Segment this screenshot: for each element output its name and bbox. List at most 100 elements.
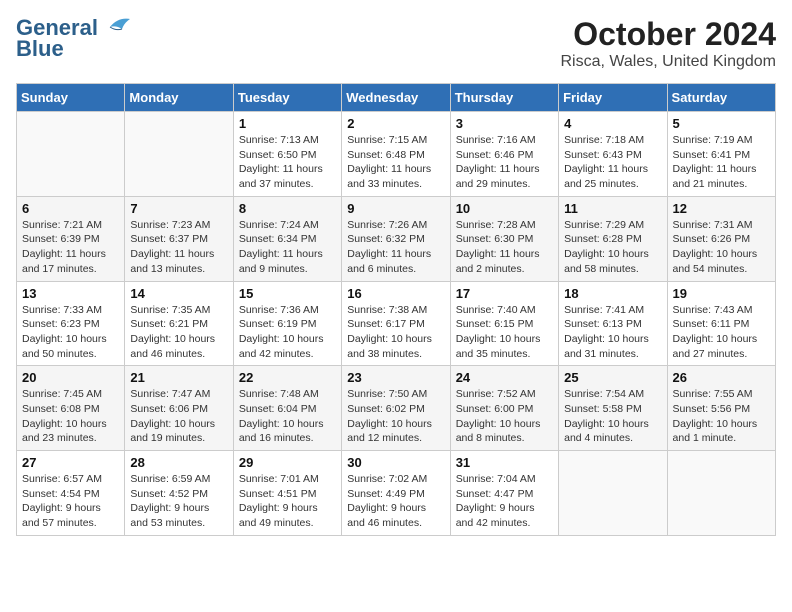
calendar-cell (17, 112, 125, 197)
calendar-cell: 20 Sunrise: 7:45 AM Sunset: 6:08 PM Dayli… (17, 366, 125, 451)
calendar-week-row: 6Sunrise: 7:21 AM Sunset: 6:39 PM Daylig… (17, 196, 776, 281)
calendar-cell: 31 Sunrise: 7:04 AM Sunset: 4:47 PM Dayli… (450, 451, 558, 536)
day-header-sunday: Sunday (17, 84, 125, 112)
calendar-cell: 2Sunrise: 7:15 AM Sunset: 6:48 PM Daylig… (342, 112, 450, 197)
calendar-cell: 21 Sunrise: 7:47 AM Sunset: 6:06 PM Dayli… (125, 366, 233, 451)
calendar-cell: 12Sunrise: 7:31 AM Sunset: 6:26 PM Dayli… (667, 196, 775, 281)
day-info: Sunrise: 7:55 AM Sunset: 5:56 PM Dayligh… (673, 387, 770, 446)
day-number: 27 (22, 455, 119, 470)
calendar-cell: 17 Sunrise: 7:40 AM Sunset: 6:15 PM Dayli… (450, 281, 558, 366)
day-info: Sunrise: 7:29 AM Sunset: 6:28 PM Dayligh… (564, 218, 661, 277)
calendar-week-row: 13 Sunrise: 7:33 AM Sunset: 6:23 PM Dayli… (17, 281, 776, 366)
calendar-cell: 14 Sunrise: 7:35 AM Sunset: 6:21 PM Dayli… (125, 281, 233, 366)
day-info: Sunrise: 7:54 AM Sunset: 5:58 PM Dayligh… (564, 387, 661, 446)
calendar-cell: 24Sunrise: 7:52 AM Sunset: 6:00 PM Dayli… (450, 366, 558, 451)
calendar-cell (125, 112, 233, 197)
day-header-wednesday: Wednesday (342, 84, 450, 112)
day-info: Sunrise: 7:02 AM Sunset: 4:49 PM Dayligh… (347, 472, 444, 531)
calendar-cell: 8Sunrise: 7:24 AM Sunset: 6:34 PM Daylig… (233, 196, 341, 281)
calendar-week-row: 1Sunrise: 7:13 AM Sunset: 6:50 PM Daylig… (17, 112, 776, 197)
day-number: 25 (564, 370, 661, 385)
day-info: Sunrise: 7:36 AM Sunset: 6:19 PM Dayligh… (239, 303, 336, 362)
day-info: Sunrise: 7:50 AM Sunset: 6:02 PM Dayligh… (347, 387, 444, 446)
calendar-cell: 27 Sunrise: 6:57 AM Sunset: 4:54 PM Dayli… (17, 451, 125, 536)
day-number: 16 (347, 286, 444, 301)
day-number: 20 (22, 370, 119, 385)
calendar-cell: 6Sunrise: 7:21 AM Sunset: 6:39 PM Daylig… (17, 196, 125, 281)
calendar-cell: 25 Sunrise: 7:54 AM Sunset: 5:58 PM Dayli… (559, 366, 667, 451)
day-info: Sunrise: 7:40 AM Sunset: 6:15 PM Dayligh… (456, 303, 553, 362)
day-number: 11 (564, 201, 661, 216)
calendar-cell: 19 Sunrise: 7:43 AM Sunset: 6:11 PM Dayli… (667, 281, 775, 366)
day-number: 10 (456, 201, 553, 216)
day-header-saturday: Saturday (667, 84, 775, 112)
calendar-cell: 7 Sunrise: 7:23 AM Sunset: 6:37 PM Daylig… (125, 196, 233, 281)
logo-bird-icon (100, 15, 132, 37)
calendar-cell (559, 451, 667, 536)
logo-text-blue: Blue (16, 36, 64, 62)
day-info: Sunrise: 7:04 AM Sunset: 4:47 PM Dayligh… (456, 472, 553, 531)
calendar-cell: 30Sunrise: 7:02 AM Sunset: 4:49 PM Dayli… (342, 451, 450, 536)
day-header-friday: Friday (559, 84, 667, 112)
day-info: Sunrise: 7:24 AM Sunset: 6:34 PM Dayligh… (239, 218, 336, 277)
calendar-cell: 9 Sunrise: 7:26 AM Sunset: 6:32 PM Daylig… (342, 196, 450, 281)
day-info: Sunrise: 7:18 AM Sunset: 6:43 PM Dayligh… (564, 133, 661, 192)
day-number: 29 (239, 455, 336, 470)
day-info: Sunrise: 7:01 AM Sunset: 4:51 PM Dayligh… (239, 472, 336, 531)
day-info: Sunrise: 7:43 AM Sunset: 6:11 PM Dayligh… (673, 303, 770, 362)
day-number: 14 (130, 286, 227, 301)
day-info: Sunrise: 6:59 AM Sunset: 4:52 PM Dayligh… (130, 472, 227, 531)
calendar-cell: 11 Sunrise: 7:29 AM Sunset: 6:28 PM Dayli… (559, 196, 667, 281)
day-info: Sunrise: 7:52 AM Sunset: 6:00 PM Dayligh… (456, 387, 553, 446)
calendar-cell (667, 451, 775, 536)
day-info: Sunrise: 7:38 AM Sunset: 6:17 PM Dayligh… (347, 303, 444, 362)
calendar-cell: 22Sunrise: 7:48 AM Sunset: 6:04 PM Dayli… (233, 366, 341, 451)
day-number: 19 (673, 286, 770, 301)
day-header-thursday: Thursday (450, 84, 558, 112)
logo: General Blue (16, 16, 132, 62)
day-header-monday: Monday (125, 84, 233, 112)
calendar-cell: 26 Sunrise: 7:55 AM Sunset: 5:56 PM Dayli… (667, 366, 775, 451)
day-number: 4 (564, 116, 661, 131)
day-info: Sunrise: 7:35 AM Sunset: 6:21 PM Dayligh… (130, 303, 227, 362)
day-info: Sunrise: 7:26 AM Sunset: 6:32 PM Dayligh… (347, 218, 444, 277)
calendar-cell: 1Sunrise: 7:13 AM Sunset: 6:50 PM Daylig… (233, 112, 341, 197)
day-info: Sunrise: 7:16 AM Sunset: 6:46 PM Dayligh… (456, 133, 553, 192)
day-number: 6 (22, 201, 119, 216)
title-area: October 2024 Risca, Wales, United Kingdo… (561, 16, 777, 71)
day-info: Sunrise: 7:33 AM Sunset: 6:23 PM Dayligh… (22, 303, 119, 362)
day-number: 15 (239, 286, 336, 301)
day-info: Sunrise: 7:15 AM Sunset: 6:48 PM Dayligh… (347, 133, 444, 192)
day-number: 13 (22, 286, 119, 301)
calendar-cell: 3Sunrise: 7:16 AM Sunset: 6:46 PM Daylig… (450, 112, 558, 197)
day-number: 22 (239, 370, 336, 385)
calendar-cell: 28 Sunrise: 6:59 AM Sunset: 4:52 PM Dayli… (125, 451, 233, 536)
day-number: 7 (130, 201, 227, 216)
calendar-cell: 18Sunrise: 7:41 AM Sunset: 6:13 PM Dayli… (559, 281, 667, 366)
calendar-body: 1Sunrise: 7:13 AM Sunset: 6:50 PM Daylig… (17, 112, 776, 536)
day-number: 9 (347, 201, 444, 216)
day-number: 28 (130, 455, 227, 470)
calendar-week-row: 27 Sunrise: 6:57 AM Sunset: 4:54 PM Dayli… (17, 451, 776, 536)
day-number: 31 (456, 455, 553, 470)
calendar-cell: 10Sunrise: 7:28 AM Sunset: 6:30 PM Dayli… (450, 196, 558, 281)
calendar-week-row: 20 Sunrise: 7:45 AM Sunset: 6:08 PM Dayli… (17, 366, 776, 451)
day-number: 18 (564, 286, 661, 301)
location: Risca, Wales, United Kingdom (561, 53, 777, 71)
calendar-cell: 13 Sunrise: 7:33 AM Sunset: 6:23 PM Dayli… (17, 281, 125, 366)
day-info: Sunrise: 7:19 AM Sunset: 6:41 PM Dayligh… (673, 133, 770, 192)
day-number: 26 (673, 370, 770, 385)
calendar-cell: 23Sunrise: 7:50 AM Sunset: 6:02 PM Dayli… (342, 366, 450, 451)
day-info: Sunrise: 7:23 AM Sunset: 6:37 PM Dayligh… (130, 218, 227, 277)
calendar-cell: 29 Sunrise: 7:01 AM Sunset: 4:51 PM Dayli… (233, 451, 341, 536)
day-header-tuesday: Tuesday (233, 84, 341, 112)
day-info: Sunrise: 6:57 AM Sunset: 4:54 PM Dayligh… (22, 472, 119, 531)
day-number: 21 (130, 370, 227, 385)
calendar-cell: 15 Sunrise: 7:36 AM Sunset: 6:19 PM Dayli… (233, 281, 341, 366)
calendar-header-row: SundayMondayTuesdayWednesdayThursdayFrid… (17, 84, 776, 112)
day-info: Sunrise: 7:47 AM Sunset: 6:06 PM Dayligh… (130, 387, 227, 446)
day-number: 17 (456, 286, 553, 301)
calendar-cell: 5Sunrise: 7:19 AM Sunset: 6:41 PM Daylig… (667, 112, 775, 197)
day-info: Sunrise: 7:45 AM Sunset: 6:08 PM Dayligh… (22, 387, 119, 446)
month-title: October 2024 (561, 16, 777, 53)
